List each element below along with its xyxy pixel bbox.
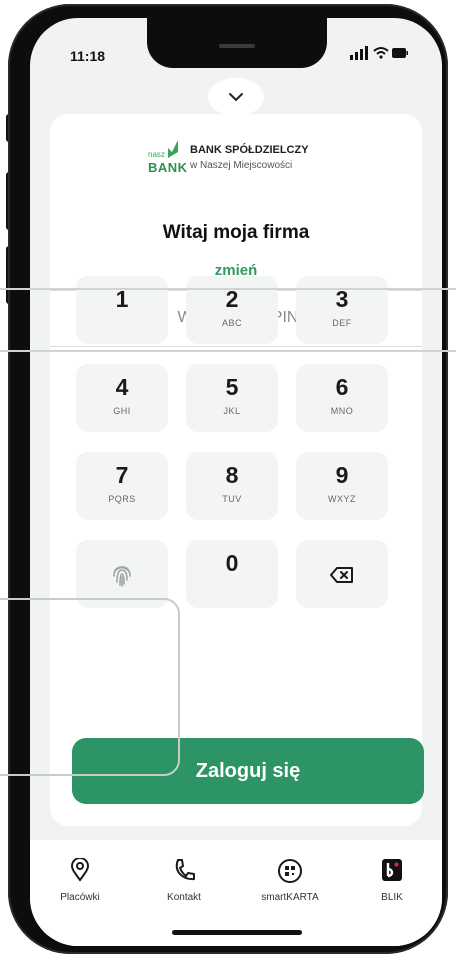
key-digit: 4 — [115, 374, 129, 400]
smart-card-icon — [278, 859, 302, 883]
leaf-icon — [168, 140, 178, 158]
key-2[interactable]: 2 ABC — [186, 276, 278, 344]
chevron-down-icon — [229, 93, 243, 102]
phone-frame: 11:18 nasz BANK BANK SPÓŁDZIELCZY w Nasz… — [8, 4, 448, 954]
collapse-handle[interactable] — [208, 78, 264, 116]
phone-icon — [175, 859, 195, 881]
bank-subname: w Naszej Miejscowości — [190, 160, 293, 171]
battery-icon — [392, 48, 408, 58]
speaker-grille — [219, 44, 255, 48]
biometric-key[interactable] — [76, 540, 168, 608]
key-digit: 1 — [115, 286, 129, 312]
nav-label: BLIK — [381, 892, 403, 903]
key-0[interactable]: 0 — [186, 540, 278, 608]
status-icons — [350, 46, 408, 60]
login-button[interactable]: Zaloguj się — [72, 738, 424, 804]
pin-divider-bottom — [50, 346, 422, 347]
key-5[interactable]: 5 JKL — [186, 364, 278, 432]
notch — [147, 18, 327, 68]
key-letters: JKL — [223, 406, 241, 416]
pin-field-highlight-bottom — [0, 350, 456, 352]
key-digit: 2 — [225, 286, 239, 312]
key-1[interactable]: 1 — [76, 276, 168, 344]
key-letters: ABC — [221, 318, 242, 328]
key-letters: DEF — [332, 318, 352, 328]
nav-label: smartKARTA — [261, 892, 319, 903]
key-digit: 0 — [225, 550, 239, 576]
pin-field-highlight-top — [0, 288, 456, 290]
key-8[interactable]: 8 TUV — [186, 452, 278, 520]
key-digit: 6 — [335, 374, 349, 400]
key-digit: 7 — [115, 462, 129, 488]
blik-icon — [382, 859, 402, 881]
fingerprint-icon — [113, 566, 131, 587]
key-4[interactable]: 4 GHI — [76, 364, 168, 432]
nav-label: Placówki — [60, 892, 100, 903]
key-letters: PQRS — [108, 494, 136, 504]
key-digit: 8 — [225, 462, 239, 488]
key-7[interactable]: 7 PQRS — [76, 452, 168, 520]
nav-item-contact[interactable]: Kontakt — [134, 858, 234, 903]
key-letters: TUV — [222, 494, 242, 504]
home-indicator — [172, 930, 302, 935]
key-letters: WXYZ — [328, 494, 356, 504]
nav-item-blik[interactable]: BLIK — [342, 858, 442, 903]
key-digit: 5 — [225, 374, 239, 400]
key-letters: MNO — [330, 406, 354, 416]
greeting-title: Witaj moja firma — [162, 222, 310, 243]
logo-small-text: nasz — [148, 150, 165, 159]
bank-logo: nasz BANK BANK SPÓŁDZIELCZY w Naszej Mie… — [148, 140, 328, 182]
nav-label: Kontakt — [167, 892, 201, 903]
key-digit: 3 — [335, 286, 349, 312]
signal-icon — [350, 46, 368, 60]
key-9[interactable]: 9 WXYZ — [296, 452, 388, 520]
nav-item-branches[interactable]: Placówki — [30, 857, 130, 903]
key-digit: 9 — [335, 462, 349, 488]
screen: 11:18 nasz BANK BANK SPÓŁDZIELCZY w Nasz… — [30, 18, 442, 946]
backspace-icon — [330, 567, 353, 583]
logo-bank-text: BANK — [148, 160, 188, 175]
key-3[interactable]: 3 DEF — [296, 276, 388, 344]
key-letters: GHI — [113, 406, 131, 416]
key-6[interactable]: 6 MNO — [296, 364, 388, 432]
location-pin-icon — [70, 857, 90, 882]
bank-name: BANK SPÓŁDZIELCZY — [190, 144, 309, 156]
wifi-icon — [373, 47, 389, 59]
delete-key[interactable] — [296, 540, 388, 608]
status-time: 11:18 — [70, 48, 106, 64]
nav-item-smartkarta[interactable]: smartKARTA — [240, 858, 340, 903]
